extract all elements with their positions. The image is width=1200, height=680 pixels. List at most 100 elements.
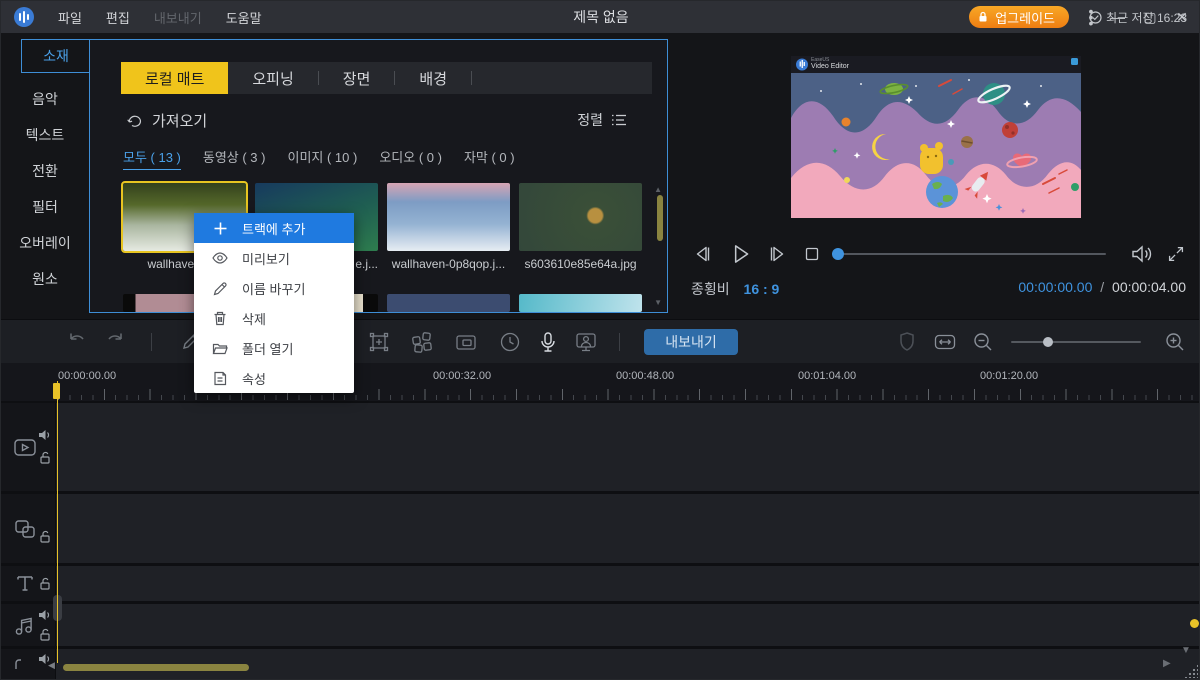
- scroll-down-icon[interactable]: ▼: [1181, 645, 1191, 656]
- sidebar-item-element[interactable]: 원소: [1, 269, 89, 289]
- ruler-label: 00:00:48.00: [616, 370, 674, 382]
- context-item-label: 미리보기: [242, 249, 290, 268]
- filter-image[interactable]: 이미지 ( 10 ): [287, 147, 357, 170]
- sidebar-item-text[interactable]: 텍스트: [1, 125, 89, 145]
- text-track-icon: [15, 573, 35, 593]
- prev-frame-button[interactable]: [691, 242, 715, 266]
- scroll-down-icon[interactable]: ▼: [654, 298, 662, 307]
- seek-handle[interactable]: [832, 248, 844, 260]
- scroll-left-icon[interactable]: ◀: [48, 660, 55, 671]
- scroll-right-icon[interactable]: ▶: [1163, 658, 1171, 669]
- microphone-icon[interactable]: [535, 329, 561, 355]
- sidebar-item-filter[interactable]: 필터: [1, 197, 89, 217]
- pip-icon[interactable]: [453, 329, 479, 355]
- sidebar-item-material[interactable]: 소재: [21, 39, 90, 73]
- menu-help[interactable]: 도움말: [226, 8, 262, 27]
- stop-button[interactable]: [801, 243, 823, 265]
- track-volume-icon[interactable]: [38, 429, 51, 441]
- mosaic-icon[interactable]: [409, 329, 435, 355]
- screen-record-icon[interactable]: [573, 329, 599, 355]
- sort-label: 정렬: [577, 110, 603, 130]
- filter-audio[interactable]: 오디오 ( 0 ): [379, 147, 442, 170]
- tab-label: 배경: [419, 68, 447, 89]
- fit-timeline-icon[interactable]: [932, 329, 958, 355]
- sidebar-item-music[interactable]: 음악: [1, 89, 89, 109]
- watermark-product: Video Editor: [811, 63, 849, 70]
- next-frame-button[interactable]: [765, 242, 789, 266]
- speed-clock-icon[interactable]: [497, 329, 523, 355]
- tab-local-matte[interactable]: 로컬 매트: [121, 62, 228, 94]
- zoom-in-icon[interactable]: [1162, 329, 1188, 355]
- library-scrollbar[interactable]: [657, 195, 663, 241]
- filter-video[interactable]: 동영상 ( 3 ): [203, 147, 266, 170]
- music-track-icon: [12, 614, 36, 638]
- track-unlock-icon[interactable]: [39, 628, 51, 641]
- export-button[interactable]: 내보내기: [644, 329, 738, 355]
- zoom-slider-handle[interactable]: [1043, 337, 1053, 347]
- fullscreen-icon[interactable]: [1165, 243, 1187, 265]
- context-menu: 트랙에 추가 미리보기 이름 바꾸기 삭제 폴더 열기 속성: [194, 213, 354, 393]
- thumbnail-wallhaven-0p8qop[interactable]: [387, 183, 510, 251]
- playhead-marker[interactable]: [53, 383, 60, 399]
- context-item-preview[interactable]: 미리보기: [194, 243, 354, 273]
- playhead-line[interactable]: [57, 381, 58, 663]
- context-item-add-to-track[interactable]: 트랙에 추가: [194, 213, 354, 243]
- menu-file[interactable]: 파일: [58, 8, 82, 27]
- sidebar-item-transition[interactable]: 전환: [1, 161, 89, 181]
- ruler-label: 00:01:04.00: [798, 370, 856, 382]
- timeline-vscrollbar[interactable]: [1190, 619, 1199, 628]
- context-item-rename[interactable]: 이름 바꾸기: [194, 273, 354, 303]
- app-logo-icon: [14, 7, 34, 27]
- text-track[interactable]: [1, 566, 1200, 601]
- timeline-hscrollbar[interactable]: [63, 664, 249, 671]
- timeline-zoom-slider[interactable]: [1011, 341, 1141, 343]
- app-window: 파일 편집 내보내기 도움말 제목 없음 업그레이드 ••• — ▢ ✕ 소재 …: [0, 0, 1200, 680]
- filter-subtitle[interactable]: 자막 ( 0 ): [464, 147, 515, 170]
- sort-control[interactable]: 정렬: [577, 110, 627, 130]
- aspect-ratio-value[interactable]: 16 : 9: [744, 281, 780, 297]
- total-duration: 00:00:04.00: [1112, 279, 1186, 295]
- context-item-properties[interactable]: 속성: [194, 363, 354, 393]
- tab-separator: [471, 71, 472, 85]
- track-unlock-icon[interactable]: [39, 577, 51, 590]
- filter-row: 모두 ( 13 ) 동영상 ( 3 ) 이미지 ( 10 ) 오디오 ( 0 )…: [123, 147, 515, 170]
- redo-icon[interactable]: [103, 329, 127, 353]
- seek-bar[interactable]: [833, 253, 1106, 255]
- crop-transform-icon[interactable]: [366, 329, 392, 355]
- menu-export[interactable]: 내보내기: [154, 8, 202, 27]
- upgrade-button[interactable]: 업그레이드: [969, 6, 1069, 28]
- tab-opening[interactable]: 오피닝: [228, 62, 317, 94]
- sort-icon: [611, 113, 627, 127]
- context-item-open-folder[interactable]: 폴더 열기: [194, 333, 354, 363]
- track-unlock-icon[interactable]: [39, 530, 51, 543]
- undo-icon[interactable]: [65, 329, 89, 353]
- volume-icon[interactable]: [1129, 242, 1155, 266]
- music-track[interactable]: [1, 604, 1200, 646]
- preview-player[interactable]: EaseUS Video Editor: [791, 56, 1081, 218]
- track-volume-icon[interactable]: [38, 609, 51, 621]
- menu-edit[interactable]: 편집: [106, 8, 130, 27]
- text-track-header: [1, 566, 56, 601]
- track-unlock-icon[interactable]: [39, 451, 51, 464]
- ruler-label: 00:00:32.00: [433, 370, 491, 382]
- tab-scene[interactable]: 장면: [319, 62, 395, 94]
- sidebar-item-overlay[interactable]: 오버레이: [1, 233, 89, 253]
- tab-background[interactable]: 배경: [395, 62, 471, 94]
- marker-shield-icon[interactable]: [895, 329, 919, 355]
- video-track[interactable]: [1, 403, 1200, 491]
- thumbnail-s603610e85e64a[interactable]: [519, 183, 642, 251]
- thumbnail-row2-3[interactable]: [387, 294, 510, 312]
- overlay-track[interactable]: [1, 494, 1200, 563]
- properties-icon: [212, 370, 228, 386]
- tab-label: 오피닝: [252, 68, 293, 89]
- thumbnail-row2-4[interactable]: [519, 294, 642, 312]
- transport-controls: [691, 241, 823, 267]
- import-button[interactable]: 가져오기: [126, 110, 207, 131]
- sidebar-item-label: 음악: [32, 91, 58, 107]
- play-button[interactable]: [727, 241, 753, 267]
- scroll-up-icon[interactable]: ▲: [654, 185, 662, 194]
- zoom-out-icon[interactable]: [970, 329, 996, 355]
- context-item-delete[interactable]: 삭제: [194, 303, 354, 333]
- filter-all[interactable]: 모두 ( 13 ): [123, 147, 181, 170]
- timeline-ruler[interactable]: 00:00:00.00 00:00:32.00 00:00:48.00 00:0…: [1, 363, 1200, 401]
